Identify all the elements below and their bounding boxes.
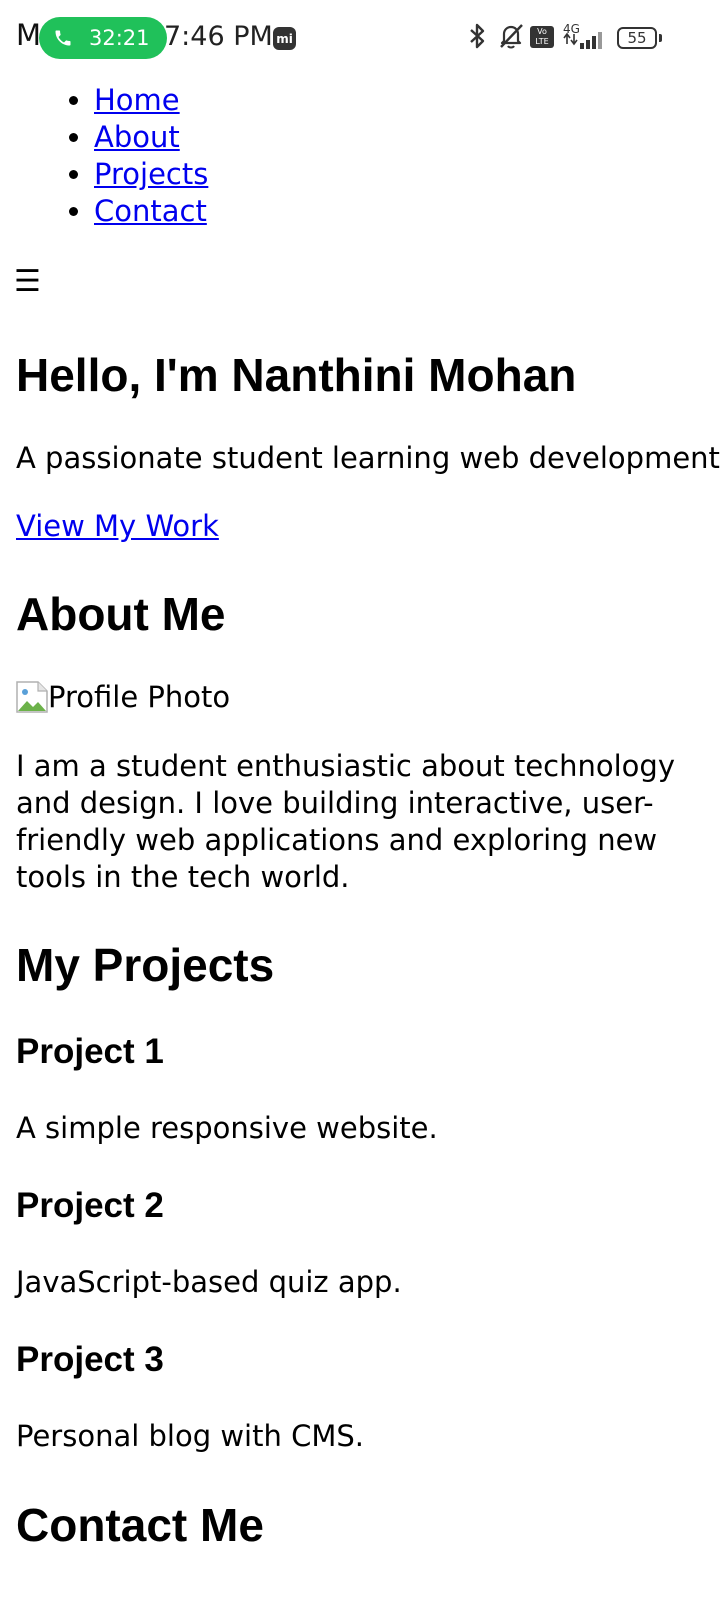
project-2-title: Project 2 <box>16 1186 164 1225</box>
page: M 32:21 7:46 PM mi Vo LTE 4G 55 • Home •… <box>0 0 720 1600</box>
nav-item-home: Home <box>94 82 208 119</box>
carrier-text: M <box>16 18 42 52</box>
nav-item-about: About <box>94 119 208 156</box>
battery-icon: 55 <box>617 27 657 49</box>
profile-photo: Profile Photo <box>16 680 230 714</box>
ongoing-call-pill[interactable]: 32:21 <box>39 17 167 59</box>
contact-title: Contact Me <box>16 1499 264 1551</box>
project-3-description: Personal blog with CMS. <box>16 1419 364 1453</box>
profile-photo-alt-text: Profile Photo <box>48 680 231 714</box>
nav-link-home[interactable]: Home <box>94 83 180 117</box>
signal-icon <box>563 32 602 49</box>
broken-image-icon <box>16 681 48 713</box>
status-bar: M 32:21 7:46 PM mi Vo LTE 4G 55 <box>0 0 720 76</box>
nav-item-contact: Contact <box>94 193 208 230</box>
bluetooth-icon <box>470 23 485 49</box>
nav-link-projects[interactable]: Projects <box>94 157 208 191</box>
clock: 7:46 PM <box>164 21 273 52</box>
project-2-description: JavaScript-based quiz app. <box>16 1265 402 1299</box>
phone-icon <box>55 30 71 46</box>
nav-menu: Home About Projects Contact <box>0 82 208 230</box>
hero-title: Hello, I'm Nanthini Mohan <box>16 349 577 401</box>
about-title: About Me <box>16 588 226 640</box>
battery-tip <box>659 34 662 42</box>
projects-title: My Projects <box>16 939 275 991</box>
volte-icon: Vo LTE <box>530 26 554 48</box>
about-text: I am a student enthusiastic about techno… <box>16 749 675 894</box>
project-3-title: Project 3 <box>16 1340 164 1379</box>
project-1-title: Project 1 <box>16 1032 164 1071</box>
view-work-link[interactable]: View My Work <box>16 509 219 543</box>
nav-link-about[interactable]: About <box>94 120 180 154</box>
project-1-description: A simple responsive website. <box>16 1111 438 1145</box>
call-timer: 32:21 <box>89 26 150 50</box>
hamburger-menu-icon[interactable]: ☰ <box>14 264 41 299</box>
nav-link-contact[interactable]: Contact <box>94 194 207 228</box>
bell-muted-icon <box>500 24 523 49</box>
hero-subtitle: A passionate student learning web develo… <box>16 441 720 475</box>
nav-item-projects: Projects <box>94 156 208 193</box>
mi-notification-icon: mi <box>273 27 296 50</box>
